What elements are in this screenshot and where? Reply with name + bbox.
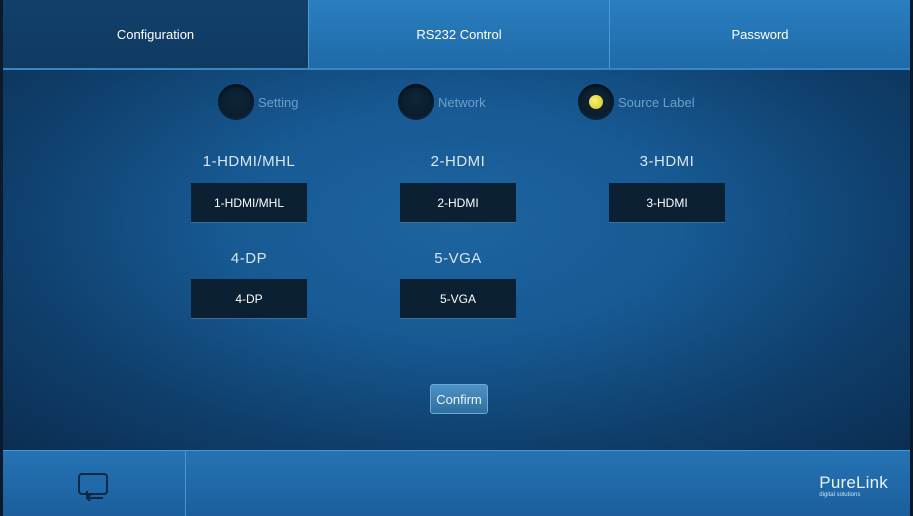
- source-label-input-4[interactable]: 4-DP: [191, 279, 307, 319]
- configuration-panel: Setting Network Source Label 1-HDMI/MHL …: [3, 70, 910, 450]
- radio-label: Network: [438, 94, 486, 110]
- source-label-input-5[interactable]: 5-VGA: [400, 279, 516, 319]
- radio-dot: [578, 84, 614, 120]
- source-title-2: 2-HDMI: [430, 153, 486, 170]
- tab-rs232-control[interactable]: RS232 Control: [308, 0, 609, 68]
- radio-dot: [218, 84, 254, 120]
- source-title-5: 5-VGA: [434, 250, 482, 267]
- selected-indicator: [589, 95, 603, 109]
- radio-dot: [398, 84, 434, 120]
- source-title-1: 1-HDMI/MHL: [202, 153, 296, 170]
- radio-setting[interactable]: Setting: [218, 84, 298, 120]
- tab-configuration[interactable]: Configuration: [3, 0, 308, 68]
- tab-password[interactable]: Password: [609, 0, 910, 68]
- brand-name: PureLink: [819, 473, 888, 492]
- confirm-button[interactable]: Confirm: [430, 384, 488, 414]
- source-title-4: 4-DP: [230, 250, 268, 267]
- radio-label: Setting: [258, 94, 299, 110]
- brand-logo: PureLink digital solutions: [819, 473, 888, 498]
- bottom-divider: [185, 451, 186, 516]
- top-tab-bar: Configuration RS232 Control Password: [3, 0, 910, 68]
- source-label-input-2[interactable]: 2-HDMI: [400, 183, 516, 223]
- radio-label: Source Label: [618, 94, 695, 110]
- radio-network[interactable]: Network: [398, 84, 486, 120]
- source-label-input-3[interactable]: 3-HDMI: [609, 183, 725, 223]
- return-icon[interactable]: [73, 471, 113, 503]
- source-label-input-1[interactable]: 1-HDMI/MHL: [191, 183, 307, 223]
- source-title-3: 3-HDMI: [639, 153, 695, 170]
- app-frame: Configuration RS232 Control Password Set…: [3, 0, 910, 516]
- radio-source-label[interactable]: Source Label: [578, 84, 695, 120]
- bottom-bar: PureLink digital solutions: [3, 450, 910, 516]
